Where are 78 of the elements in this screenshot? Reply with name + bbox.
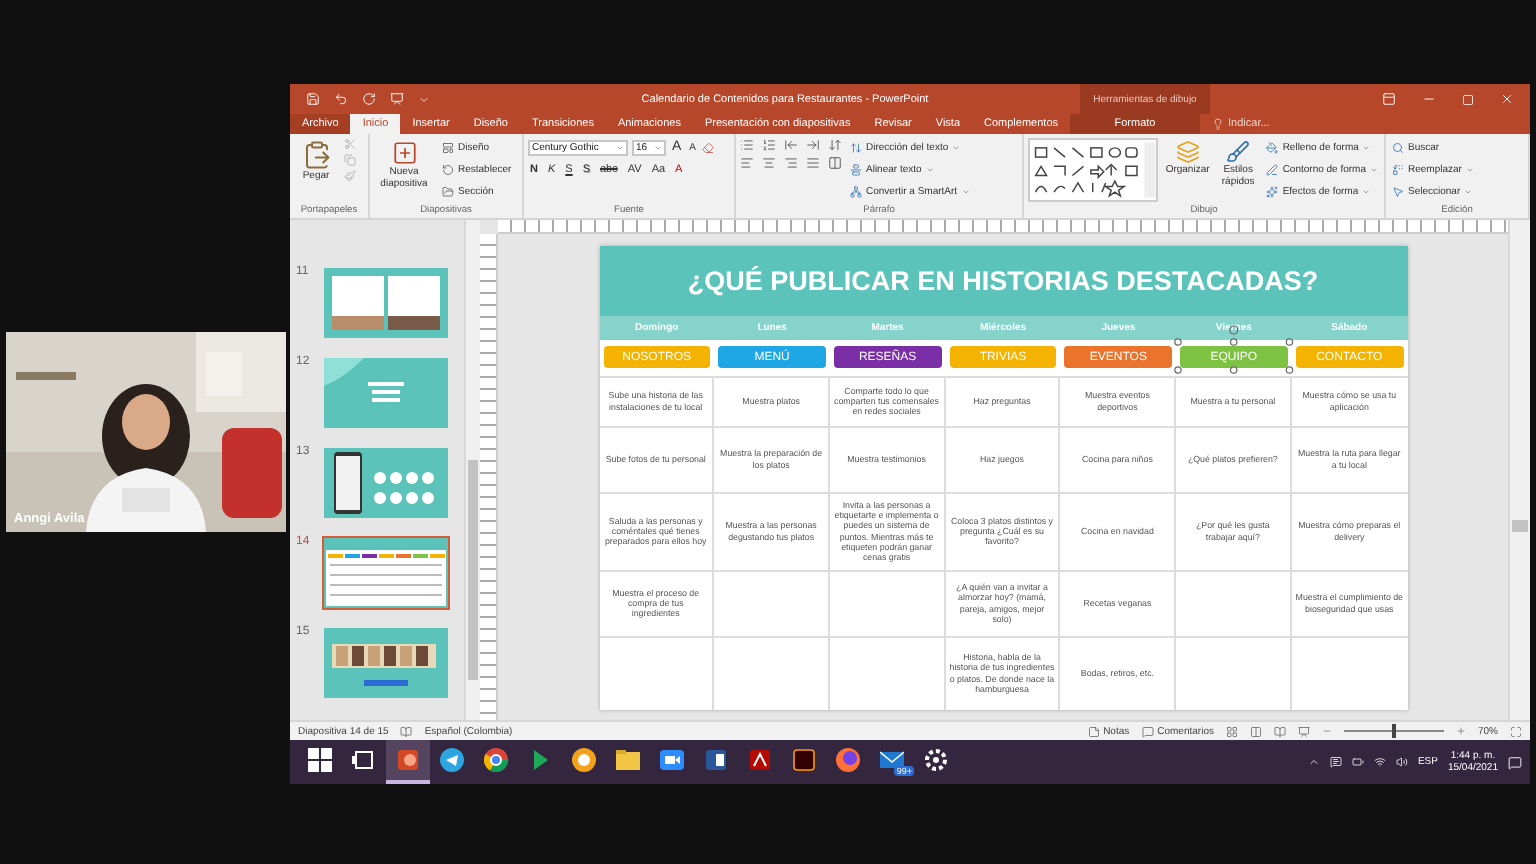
indent-icon[interactable] — [784, 138, 798, 152]
note-icon — [1087, 725, 1100, 737]
shape-gallery-drawing[interactable] — [1028, 138, 1158, 202]
layers-icon — [1175, 140, 1200, 164]
clear-format-button[interactable] — [702, 141, 715, 153]
app-icon[interactable] — [704, 748, 728, 772]
ribbon-icon — [1266, 185, 1279, 197]
ribbon-icon — [1392, 141, 1404, 153]
ribbon-icon — [1266, 163, 1279, 175]
slide-thumbnail[interactable] — [322, 446, 450, 520]
slide-icon — [391, 140, 417, 166]
task-view-icon[interactable] — [352, 748, 376, 772]
paper-plane-icon[interactable] — [440, 748, 464, 772]
ribbon-icon — [850, 141, 862, 153]
slide-thumbnail[interactable] — [322, 266, 450, 340]
close-icon — [1500, 92, 1514, 106]
undo-button[interactable] — [334, 92, 348, 106]
maximize-icon — [1462, 93, 1474, 105]
folder-icon[interactable] — [616, 748, 640, 772]
ribbon-display-icon — [1382, 92, 1396, 106]
caret-icon — [418, 93, 430, 105]
notifications-icon[interactable] — [1508, 755, 1522, 769]
ribbon-icon — [1392, 163, 1404, 175]
slide-thumbnail[interactable] — [322, 536, 450, 610]
ribbon-icon — [850, 163, 862, 175]
chat-icon[interactable] — [1329, 756, 1342, 768]
windows-icon[interactable] — [308, 748, 332, 772]
normal-view-icon[interactable] — [1225, 725, 1238, 737]
app-icon[interactable] — [572, 748, 596, 772]
slide-thumbnail[interactable] — [322, 356, 450, 430]
arrow-icon[interactable] — [528, 748, 552, 772]
slideshow-button[interactable] — [390, 92, 404, 106]
copy-icon — [344, 154, 356, 166]
ribbon-icon — [442, 185, 454, 197]
close-button[interactable] — [1500, 92, 1514, 106]
clipboard-icon — [301, 140, 331, 170]
sorter-view-icon[interactable] — [1249, 725, 1262, 737]
brush-icon — [344, 170, 356, 182]
scrollbar[interactable] — [464, 220, 480, 720]
scissors-icon — [344, 138, 356, 150]
slideshow-icon — [390, 92, 404, 106]
redo-button[interactable] — [362, 92, 376, 106]
line-spacing-icon[interactable] — [828, 138, 842, 152]
chevron-up-icon[interactable] — [1307, 756, 1320, 768]
ribbon-icon — [850, 185, 862, 197]
book-icon — [400, 725, 413, 737]
numbered-list-icon[interactable] — [762, 138, 776, 152]
ribbon-display-button[interactable] — [1382, 92, 1396, 106]
selection-handles-drawing — [1174, 324, 1294, 374]
video-camera-icon[interactable] — [660, 748, 684, 772]
ribbon-icon — [442, 163, 454, 175]
wifi-icon[interactable] — [1373, 756, 1386, 768]
redo-icon — [362, 92, 376, 106]
reading-view-icon[interactable] — [1273, 725, 1286, 737]
slide-thumbnail[interactable] — [322, 626, 450, 700]
columns-icon[interactable] — [828, 156, 842, 170]
undo-icon — [334, 92, 348, 106]
ribbon-icon — [1266, 141, 1279, 153]
app-icon[interactable] — [792, 748, 816, 772]
app-icon[interactable] — [748, 748, 772, 772]
browser-icon[interactable] — [484, 748, 508, 772]
ribbon-icon — [1392, 185, 1404, 197]
battery-icon[interactable] — [1351, 756, 1364, 768]
speaker-icon[interactable] — [1395, 756, 1408, 768]
save-button[interactable] — [306, 92, 320, 106]
settings-icon[interactable] — [924, 748, 948, 772]
ribbon-icon — [442, 141, 454, 153]
indent-icon[interactable] — [806, 138, 820, 152]
comment-icon — [1141, 725, 1154, 737]
scrollbar[interactable] — [1508, 220, 1530, 720]
brush-icon — [1226, 140, 1251, 164]
lightbulb-icon — [1212, 118, 1225, 130]
maximize-button[interactable] — [1462, 93, 1474, 105]
slideshow-icon[interactable] — [1297, 725, 1310, 737]
minimize-icon — [1422, 92, 1436, 106]
slide-title: ¿QUÉ PUBLICAR EN HISTORIAS DESTACADAS? — [599, 245, 1407, 315]
eraser-icon — [702, 141, 715, 153]
save-icon — [306, 92, 320, 106]
